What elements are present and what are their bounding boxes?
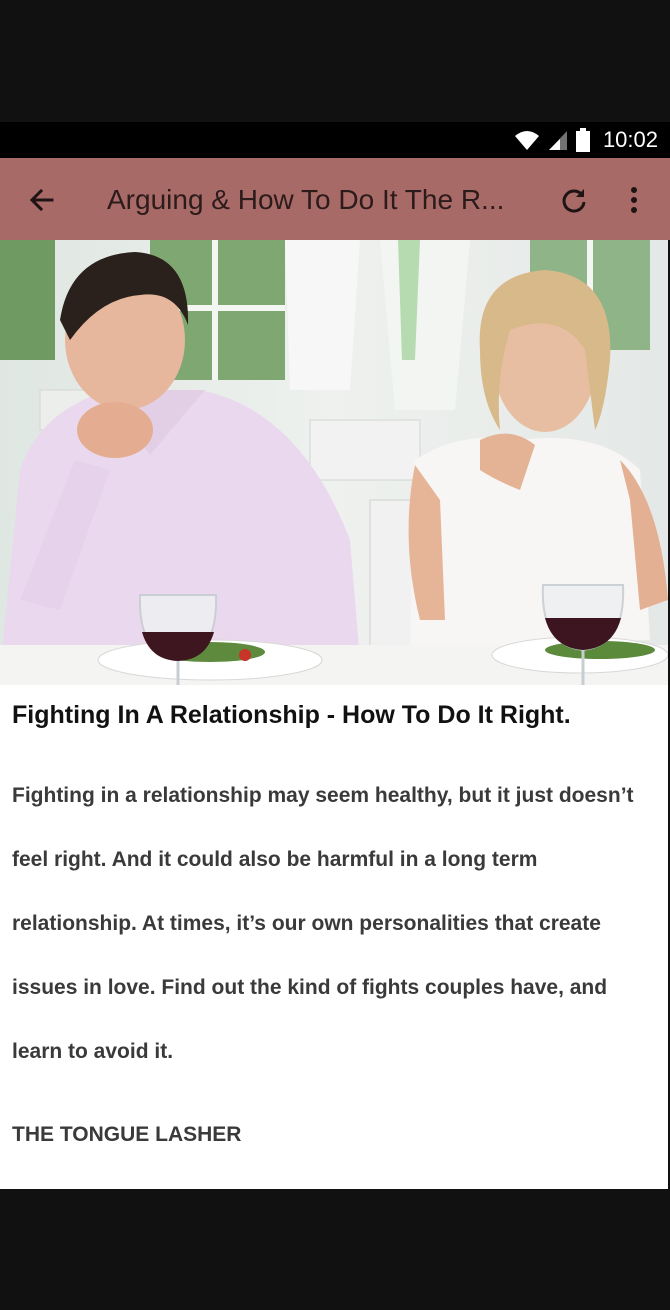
section-heading: THE TONGUE LASHER — [12, 1123, 242, 1146]
article-body: Fighting in a relationship may seem heal… — [12, 784, 634, 1063]
refresh-button[interactable] — [552, 178, 596, 222]
battery-icon — [575, 128, 590, 152]
bottom-letterbox — [0, 1189, 670, 1310]
arrow-back-icon — [29, 188, 54, 212]
status-icons: 10:02 — [513, 122, 658, 158]
hero-image — [0, 240, 668, 685]
app-bar: Arguing & How To Do It The R... — [0, 158, 670, 240]
page-title: Arguing & How To Do It The R... — [107, 184, 505, 215]
cell-signal-icon — [548, 131, 567, 150]
article-title: Fighting In A Relationship - How To Do I… — [12, 701, 571, 729]
refresh-icon — [562, 189, 586, 213]
overflow-menu-button[interactable] — [614, 178, 654, 222]
status-bar: 10:02 — [0, 122, 670, 158]
article-content: Fighting In A Relationship - How To Do I… — [0, 240, 668, 1189]
wifi-icon — [514, 131, 539, 150]
more-vertical-icon — [631, 187, 637, 213]
top-letterbox — [0, 0, 670, 122]
status-time: 10:02 — [602, 127, 658, 152]
back-button[interactable] — [20, 178, 64, 222]
